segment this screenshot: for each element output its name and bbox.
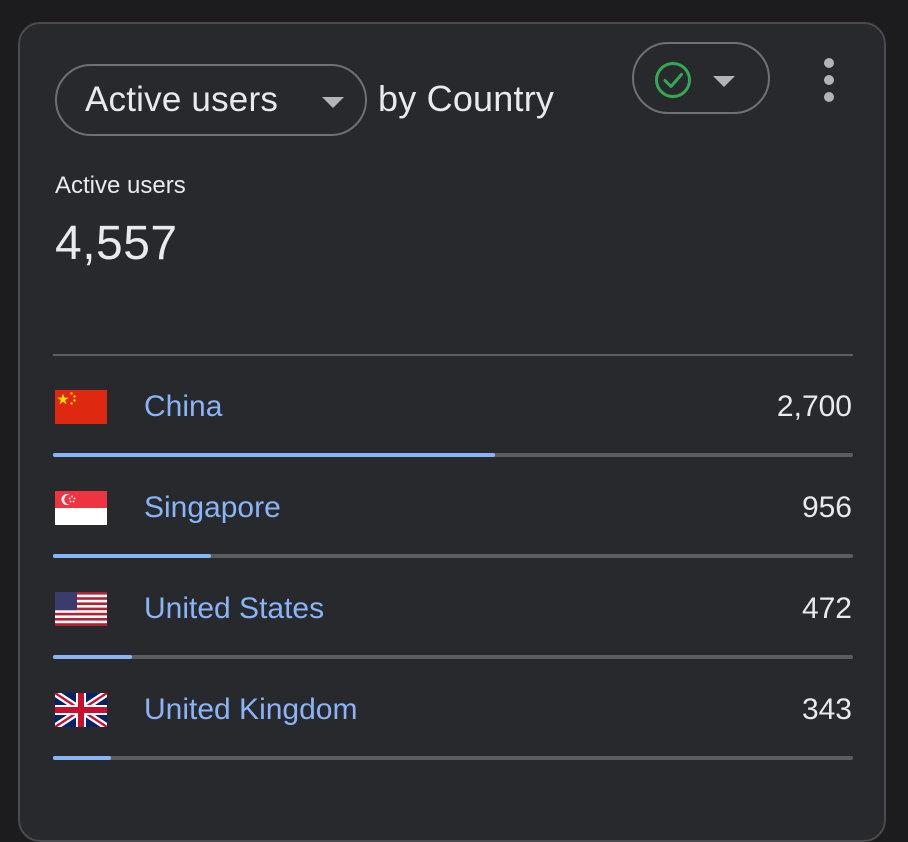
- country-link[interactable]: United Kingdom: [144, 693, 357, 727]
- row-value: 343: [801, 693, 852, 726]
- share-bar: [53, 655, 853, 659]
- share-bar-fill: [53, 453, 495, 457]
- share-bar-fill: [53, 554, 211, 558]
- metric-total: 4,557: [55, 217, 178, 270]
- share-bar-fill: [53, 756, 111, 760]
- table-row: United States 472: [20, 592, 886, 692]
- row-value: 956: [801, 491, 852, 524]
- metric-selector-label: Active users: [85, 80, 279, 119]
- singapore-flag-icon: [55, 491, 107, 525]
- table-row: Singapore 956: [20, 491, 886, 591]
- china-flag-icon: [55, 390, 107, 424]
- share-bar-fill: [53, 655, 133, 659]
- check-circle-icon: [655, 62, 691, 98]
- divider: [53, 354, 853, 356]
- table-row: United Kingdom 343: [20, 693, 886, 793]
- table-row: China 2,700: [20, 390, 886, 490]
- row-value: 472: [801, 592, 852, 625]
- us-flag-icon: [55, 592, 107, 626]
- country-link[interactable]: Singapore: [144, 491, 281, 525]
- more-vert-icon[interactable]: [817, 58, 841, 102]
- status-dropdown-chip[interactable]: [632, 42, 770, 114]
- metric-selector-chip[interactable]: Active users: [55, 64, 367, 136]
- share-bar: [53, 554, 853, 558]
- caret-down-icon: [322, 97, 344, 108]
- metric-title: Active users: [55, 172, 186, 199]
- share-bar: [53, 453, 853, 457]
- share-bar: [53, 756, 853, 760]
- row-value: 2,700: [776, 390, 852, 423]
- card-title-suffix: by Country: [378, 78, 555, 119]
- country-link[interactable]: China: [144, 390, 222, 424]
- active-users-by-country-card: Active users by Country Active users 4,5…: [18, 22, 886, 842]
- uk-flag-icon: [55, 693, 107, 727]
- caret-down-icon: [713, 76, 735, 87]
- country-link[interactable]: United States: [144, 592, 324, 626]
